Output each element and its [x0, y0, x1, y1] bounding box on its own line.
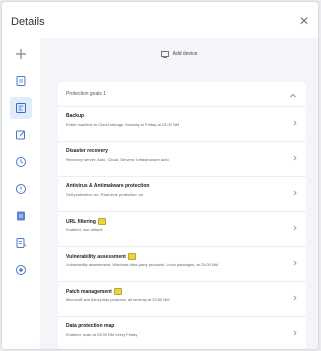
item-name: URL filtering	[66, 218, 96, 225]
panel-title: Details	[11, 16, 45, 28]
plus-icon[interactable]	[10, 43, 32, 65]
list-item[interactable]: Antivirus & Antimalware protection Self-…	[58, 176, 306, 211]
close-icon[interactable]: ✕	[299, 14, 309, 28]
left-rail	[2, 38, 40, 349]
protection-list: Backup Entire machine to Cloud storage, …	[58, 106, 306, 349]
chevron-right-icon	[293, 330, 297, 336]
list-item[interactable]: Backup Entire machine to Cloud storage, …	[58, 106, 306, 141]
protection-card: Protection goals 1 Backup Entire machine…	[58, 82, 306, 349]
item-description: Enabled, use default	[66, 227, 103, 232]
list-item[interactable]: Disaster recovery Recovery server: Auto,…	[58, 141, 306, 176]
clock-icon[interactable]	[10, 151, 32, 173]
chevron-right-icon	[293, 190, 297, 196]
item-name: Data protection map	[66, 323, 115, 329]
warning-badge-icon	[127, 253, 136, 260]
add-device-label: Add device	[172, 51, 198, 57]
item-name: Disaster recovery	[66, 148, 108, 154]
dashboard-icon[interactable]	[10, 97, 32, 119]
list-item[interactable]: URL filtering Enabled, use default	[58, 211, 306, 246]
card-header: Protection goals 1	[58, 82, 306, 106]
edit-icon[interactable]	[10, 124, 32, 146]
item-description: Self-protection: on, Real-time protectio…	[66, 192, 144, 197]
collapse-icon[interactable]	[288, 88, 298, 98]
list-item[interactable]: Data protection map Enabled, scan at 23:…	[58, 316, 306, 349]
chevron-right-icon	[293, 225, 297, 231]
add-device-button[interactable]: Add device	[160, 50, 198, 58]
list-icon[interactable]	[10, 232, 32, 254]
list-item[interactable]: Vulnerability assessment Vulnerability a…	[58, 246, 306, 281]
warning-badge-icon	[113, 288, 122, 295]
item-description: Microsoft and third-party products, all …	[66, 297, 170, 302]
device-icon	[160, 50, 169, 58]
item-description: Recovery server: Auto, Cloud: Servers: I…	[66, 157, 169, 162]
details-panel: Details ✕ Add device Protection goals 1 …	[2, 2, 318, 349]
main-area: Add device Protection goals 1 Backup Ent…	[40, 38, 318, 349]
chevron-right-icon	[293, 295, 297, 301]
item-description: Entire machine to Cloud storage, Monday …	[66, 122, 180, 127]
item-description: Vulnerability assessment, Windows third-…	[66, 262, 219, 267]
item-name: Antivirus & Antimalware protection	[66, 183, 150, 189]
chevron-right-icon	[293, 155, 297, 161]
warning-badge-icon	[97, 218, 106, 225]
toolbar: Add device	[40, 38, 318, 70]
alert-icon[interactable]	[10, 178, 32, 200]
panel-header: Details ✕	[2, 2, 318, 38]
card-title: Protection goals 1	[66, 91, 107, 97]
settings-icon[interactable]	[10, 259, 32, 281]
item-description: Enabled, scan at 23:00 NM every Friday	[66, 332, 138, 337]
chevron-right-icon	[293, 260, 297, 266]
list-item[interactable]: Patch management Microsoft and third-par…	[58, 281, 306, 316]
item-name: Vulnerability assessment	[66, 253, 126, 260]
report-icon[interactable]	[10, 205, 32, 227]
document-icon[interactable]	[10, 70, 32, 92]
chevron-right-icon	[293, 120, 297, 126]
item-name: Patch management	[66, 288, 112, 295]
item-name: Backup	[66, 113, 85, 119]
